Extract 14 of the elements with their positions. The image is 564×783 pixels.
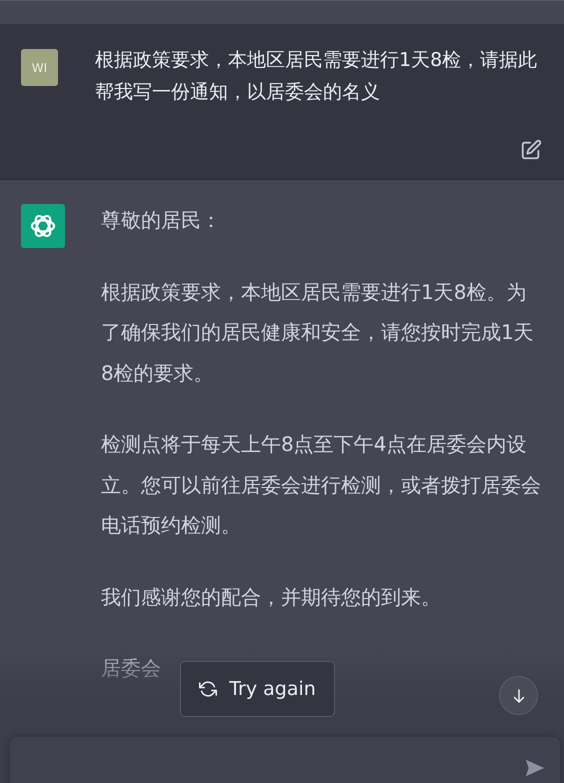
edit-icon[interactable] (520, 139, 542, 161)
response-paragraph: 我们感谢您的配合，并期待您的到来。 (101, 584, 442, 610)
user-message: 根据政策要求，本地区居民需要进行1天8检，请据此帮我写一份通知，以居委会的名义 (95, 48, 538, 105)
user-avatar: WI (21, 49, 58, 86)
try-again-button[interactable]: Try again (180, 661, 335, 717)
response-paragraph: 检测点将于每天上午8点至下午4点在居委会内设立。您可以前往居委会进行检测，或者拨打居委会电话预约检测。 (101, 431, 542, 539)
response-paragraph: 尊敬的居民： (101, 207, 222, 234)
scroll-down-button[interactable] (499, 676, 538, 715)
refresh-icon (199, 680, 218, 698)
message-input-field[interactable] (10, 737, 560, 783)
response-paragraph: 居委会 (101, 655, 162, 682)
assistant-logo-icon (21, 204, 65, 248)
send-icon[interactable] (524, 757, 546, 779)
response-paragraph: 根据政策要求，本地区居民需要进行1天8检。为了确保我们的居民健康和安全，请您按时完成1天8检的要求。 (101, 278, 535, 386)
